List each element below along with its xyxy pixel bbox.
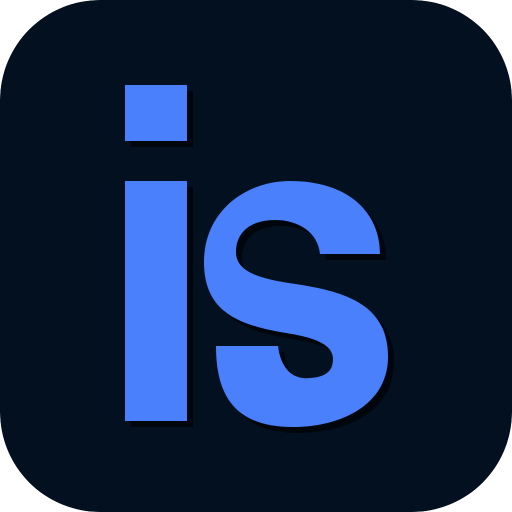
icon-background: [0, 0, 512, 512]
letter-s: [204, 181, 388, 427]
app-icon-logo: [0, 0, 512, 512]
letter-i-dot: [125, 85, 187, 141]
app-icon: [0, 0, 512, 512]
letter-i-stem: [125, 181, 187, 421]
